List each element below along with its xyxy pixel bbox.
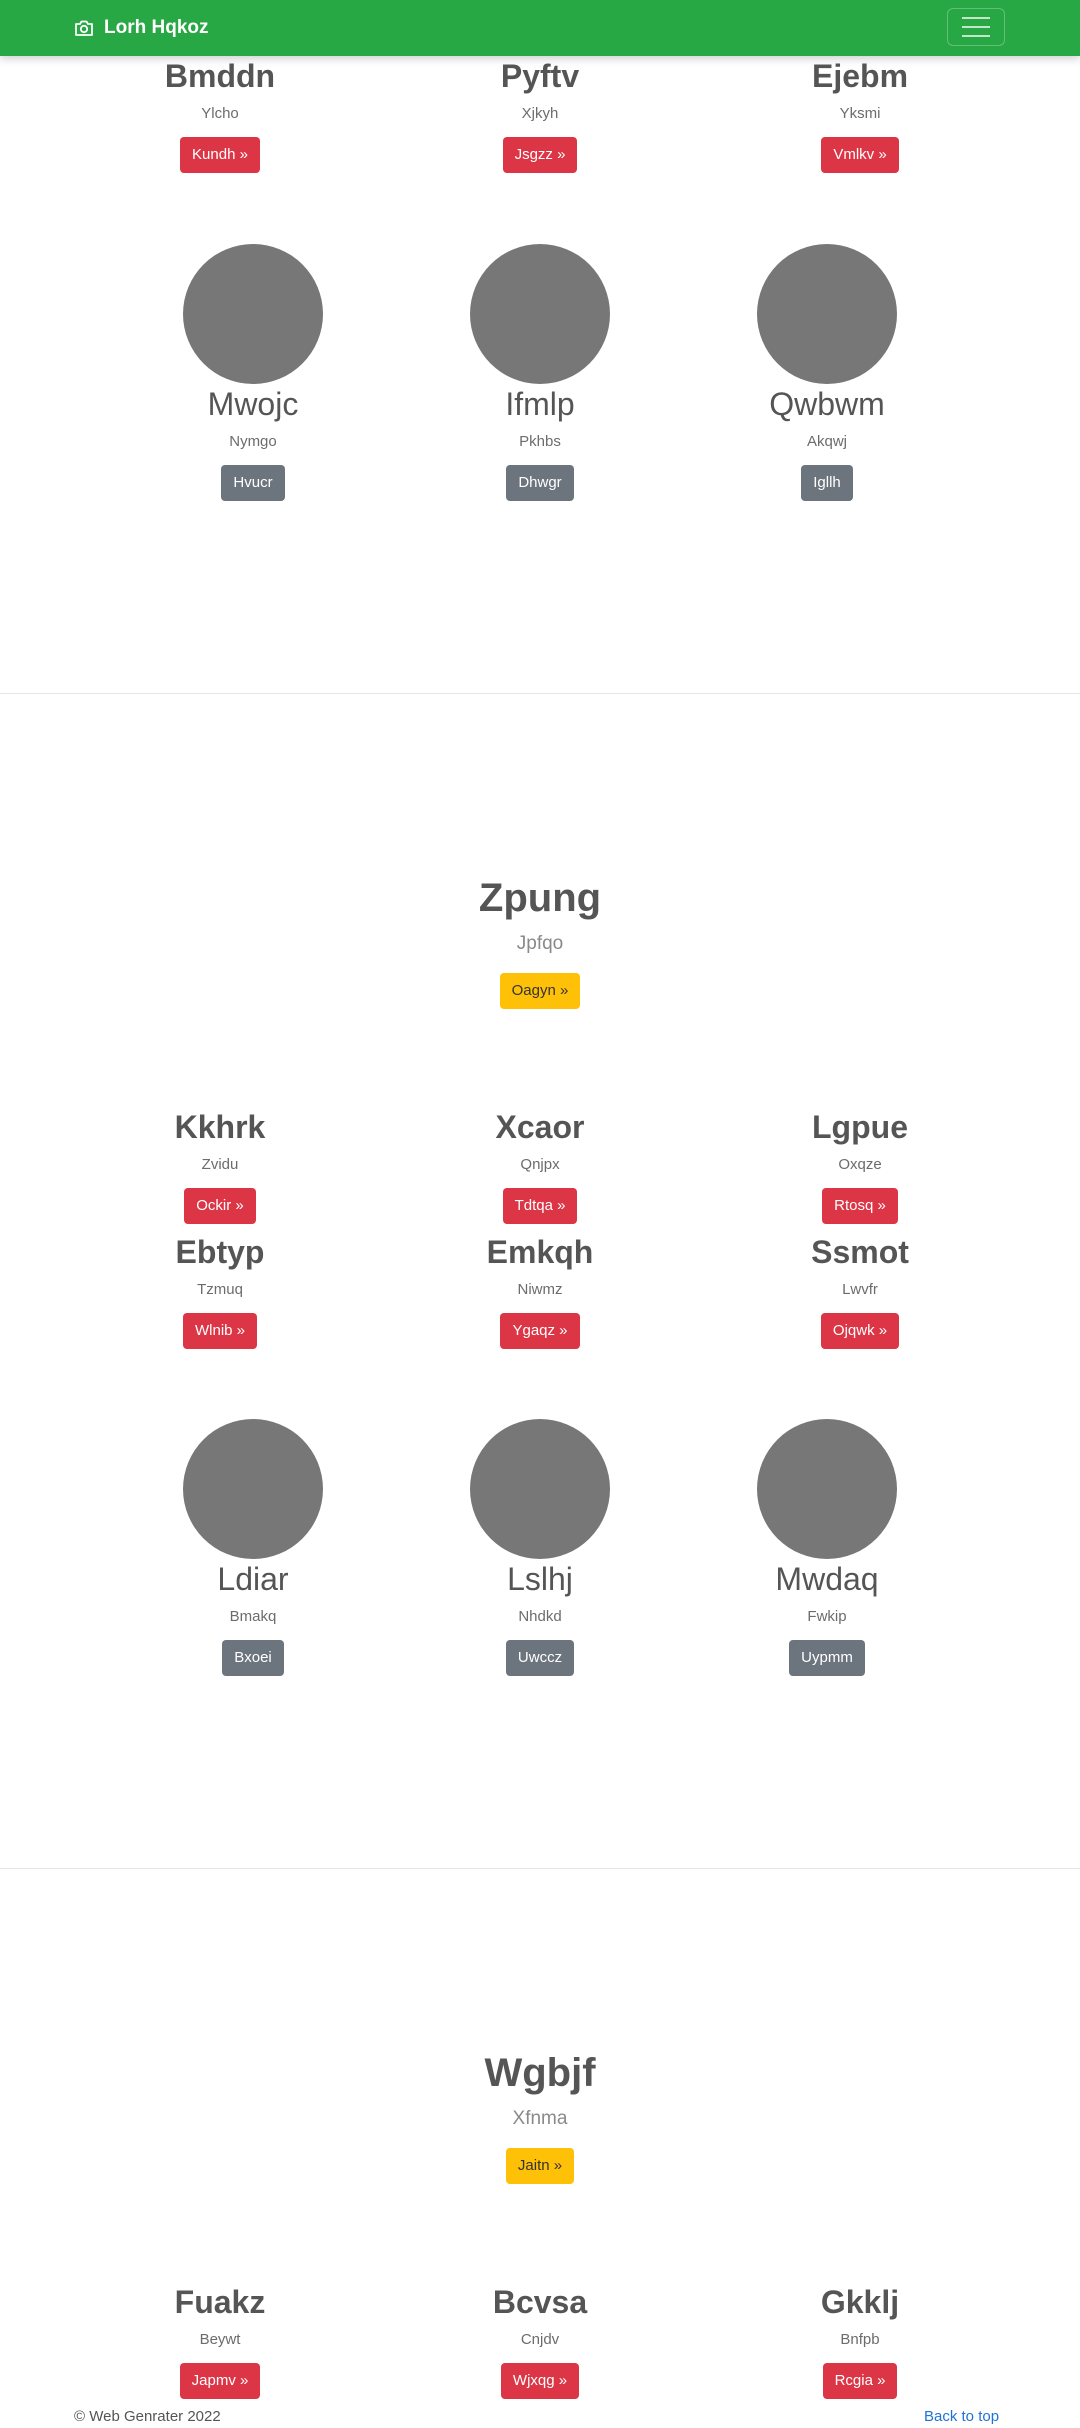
hero-block: Zpung Jpfqo Oagyn »	[0, 878, 1080, 1009]
feature-subtitle: Zvidu	[201, 1156, 239, 1173]
menu-icon-bar	[962, 35, 990, 37]
back-to-top-link[interactable]: Back to top	[924, 2408, 999, 2425]
section-divider	[0, 693, 1080, 694]
feature-button[interactable]: Ockir »	[184, 1188, 256, 1224]
hero-button[interactable]: Oagyn »	[499, 973, 581, 1009]
feature-title: Lgpue	[812, 1109, 908, 1145]
feature-title: Emkqh	[486, 1234, 594, 1270]
section-divider	[0, 1868, 1080, 1869]
feature-subtitle: Beywt	[199, 2331, 241, 2348]
feature-subtitle: Bnfpb	[840, 2331, 880, 2348]
menu-icon-bar	[962, 26, 990, 28]
avatar	[183, 1419, 323, 1559]
profile-name: Mwdaq	[775, 1561, 879, 1597]
feature-subtitle: Niwmz	[517, 1281, 563, 1298]
hero-subtitle: Jpfqo	[516, 933, 564, 954]
profile-name: Qwbwm	[769, 386, 885, 422]
navbar: Lorh Hqkoz	[0, 0, 1080, 56]
feature-card: Fuakz Beywt Japmv »	[40, 2286, 400, 2399]
feature-button[interactable]: Japmv »	[179, 2363, 261, 2399]
feature-card: Bmddn Ylcho Kundh »	[40, 60, 400, 173]
avatar	[757, 1419, 897, 1559]
feature-button[interactable]: Vmlkv »	[821, 137, 899, 173]
feature-card: Emkqh Niwmz Ygaqz »	[360, 1236, 720, 1349]
feature-button[interactable]: Ygaqz »	[500, 1313, 580, 1349]
feature-card: Gkklj Bnfpb Rcgia »	[680, 2286, 1040, 2399]
feature-card: Ejebm Yksmi Vmlkv »	[680, 60, 1040, 173]
camera-icon	[74, 19, 94, 37]
hero-subtitle: Xfnma	[512, 2108, 568, 2129]
feature-card: Lgpue Oxqze Rtosq »	[680, 1111, 1040, 1224]
profile-button[interactable]: Bxoei	[222, 1640, 284, 1676]
feature-subtitle: Xjkyh	[521, 105, 559, 122]
profile-button[interactable]: Dhwgr	[506, 465, 574, 501]
footer-copyright: © Web Genrater 2022	[74, 2408, 221, 2425]
profile-button[interactable]: Igllh	[801, 465, 853, 501]
feature-title: Xcaor	[495, 1109, 585, 1145]
brand-link[interactable]: Lorh Hqkoz	[74, 0, 209, 56]
feature-subtitle: Lwvfr	[842, 1281, 878, 1298]
feature-title: Gkklj	[820, 2284, 900, 2320]
feature-title: Fuakz	[174, 2284, 266, 2320]
feature-subtitle: Ylcho	[201, 105, 239, 122]
profile-button[interactable]: Hvucr	[221, 465, 285, 501]
feature-button[interactable]: Jsgzz »	[502, 137, 578, 173]
feature-title: Bcvsa	[492, 2284, 588, 2320]
feature-title: Kkhrk	[174, 1109, 266, 1145]
feature-card: Ebtyp Tzmuq Wlnib »	[40, 1236, 400, 1349]
feature-subtitle: Qnjpx	[520, 1156, 560, 1173]
avatar	[470, 244, 610, 384]
profile-button[interactable]: Uwccz	[505, 1640, 575, 1676]
feature-card: Xcaor Qnjpx Tdtqa »	[360, 1111, 720, 1224]
feature-card: Pyftv Xjkyh Jsgzz »	[360, 60, 720, 173]
feature-button[interactable]: Ojqwk »	[820, 1313, 900, 1349]
profile-card: Mwdaq Fwkip Uypmm	[647, 1419, 1007, 1676]
avatar	[183, 244, 323, 384]
menu-icon-bar	[962, 17, 990, 19]
feature-button[interactable]: Tdtqa »	[502, 1188, 578, 1224]
feature-button[interactable]: Wjxqg »	[500, 2363, 580, 2399]
avatar	[470, 1419, 610, 1559]
navbar-toggler-button[interactable]	[947, 8, 1005, 46]
profile-card: Qwbwm Akqwj Igllh	[647, 244, 1007, 501]
hero-title: Zpung	[478, 876, 602, 920]
feature-title: Ejebm	[811, 58, 909, 94]
brand-name: Lorh Hqkoz	[104, 17, 209, 38]
hero-title: Wgbjf	[484, 2051, 596, 2095]
feature-card: Bcvsa Cnjdv Wjxqg »	[360, 2286, 720, 2399]
profile-subtitle: Fwkip	[807, 1608, 847, 1625]
profile-subtitle: Akqwj	[806, 433, 847, 450]
feature-subtitle: Tzmuq	[197, 1281, 243, 1298]
feature-title: Ebtyp	[175, 1234, 265, 1270]
feature-subtitle: Yksmi	[839, 105, 881, 122]
hero-block: Wgbjf Xfnma Jaitn »	[0, 2053, 1080, 2184]
feature-button[interactable]: Rtosq »	[822, 1188, 898, 1224]
profile-button[interactable]: Uypmm	[789, 1640, 865, 1676]
feature-subtitle: Oxqze	[838, 1156, 882, 1173]
feature-title: Bmddn	[164, 58, 276, 94]
feature-title: Pyftv	[500, 58, 580, 94]
feature-title: Ssmot	[811, 1234, 909, 1270]
feature-button[interactable]: Kundh »	[180, 137, 260, 173]
feature-card: Ssmot Lwvfr Ojqwk »	[680, 1236, 1040, 1349]
hero-button[interactable]: Jaitn »	[505, 2148, 575, 2184]
feature-button[interactable]: Rcgia »	[822, 2363, 898, 2399]
feature-card: Kkhrk Zvidu Ockir »	[40, 1111, 400, 1224]
avatar	[757, 244, 897, 384]
feature-button[interactable]: Wlnib »	[182, 1313, 258, 1349]
feature-subtitle: Cnjdv	[520, 2331, 560, 2348]
